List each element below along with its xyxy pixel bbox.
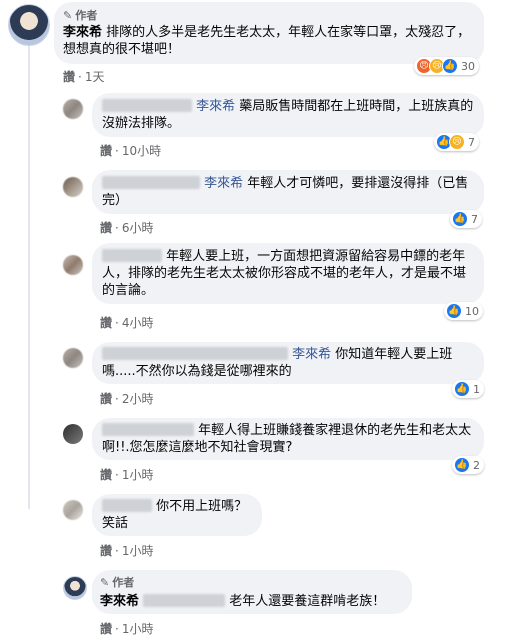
comment-text: 李來希 老年人還要養這群啃老族！ [100,594,386,609]
like-button[interactable]: 讚 [100,622,112,636]
comment-text: 李來希 藥局販售時間都在上班時間，上班族真的沒辦法排隊。 [102,99,474,131]
avatar[interactable] [8,4,50,46]
like-reaction-icon: 👍 [442,58,458,74]
reaction-summary[interactable]: 👍 10 [444,302,483,320]
comment-text: 李來希 你知道年輕人要上班嗎.....不然你以為錢是從哪裡來的 [102,347,453,379]
reaction-summary[interactable]: 😠 😢 👍 30 [414,57,479,75]
comment-meta: 讚 · 2小時 [100,392,154,406]
avatar[interactable] [63,177,83,197]
like-button[interactable]: 讚 [63,70,75,84]
timestamp[interactable]: 1小時 [122,622,154,636]
comment-bubble: ✎ 作者 李來希 排隊的人多半是老先生老太太，年輕人在家等口罩，太殘忍了，想想真… [54,2,484,64]
redacted-name [102,176,200,189]
reaction-count: 10 [465,304,479,318]
reaction-count: 30 [461,59,475,73]
commenter-name[interactable]: 李來希 [100,594,139,609]
avatar[interactable] [63,348,83,368]
redacted-name [102,347,288,360]
redacted-name [143,594,226,607]
like-button[interactable]: 讚 [100,221,112,235]
author-badge: ✎ 作者 [100,575,135,590]
avatar[interactable] [63,424,83,444]
comment-bubble: 李來希 藥局販售時間都在上班時間，上班族真的沒辦法排隊。 [92,93,484,137]
like-reaction-icon: 👍 [446,303,462,319]
pencil-icon: ✎ [100,575,110,589]
comment-text: 年輕人要上班，一方面想把資源留給容易中鏢的老年人，排隊的老先生老太太被你形容成不… [102,249,467,298]
timestamp[interactable]: 4小時 [122,316,154,330]
reaction-count: 2 [473,458,480,472]
comment-bubble: 李來希 你知道年輕人要上班嗎.....不然你以為錢是從哪裡來的 [92,342,484,384]
comment-text: 你不用上班嗎？ 笑話 [102,499,248,531]
like-reaction-icon: 👍 [454,457,470,473]
comment-meta: 讚 · 1小時 [100,468,154,482]
reaction-summary[interactable]: 👍 1 [452,380,484,398]
redacted-name [102,99,192,112]
commenter-name[interactable]: 李來希 [63,25,102,40]
comment-bubble: 年輕人得上班賺錢養家裡退休的老先生和老太太啊!!.您怎麼這麼地不知社會現實? [92,418,484,460]
comment-meta: 讚 · 1天 [63,70,105,84]
comment-text: 李來希 年輕人才可憐吧，要排還沒得排（已售完） [102,176,469,208]
avatar[interactable] [63,500,83,520]
reaction-count: 7 [471,212,478,226]
comment-bubble: ✎ 作者 李來希 老年人還要養這群啃老族！ [92,570,412,614]
tagged-name[interactable]: 李來希 [204,176,243,191]
like-button[interactable]: 讚 [100,392,112,406]
timestamp[interactable]: 1小時 [122,544,154,558]
thread-line [28,44,30,509]
timestamp[interactable]: 1天 [85,70,105,84]
author-badge: ✎ 作者 [63,8,98,23]
comment-bubble: 年輕人要上班，一方面想把資源留給容易中鏢的老年人，排隊的老先生老太太被你形容成不… [92,243,484,304]
comment-bubble: 李來希 年輕人才可憐吧，要排還沒得排（已售完） [92,170,484,214]
pencil-icon: ✎ [63,8,73,22]
avatar[interactable] [63,99,83,119]
like-reaction-icon: 👍 [452,211,468,227]
like-button[interactable]: 讚 [100,144,112,158]
redacted-name [102,249,162,262]
comment-bubble: 你不用上班嗎？ 笑話 [92,494,262,536]
redacted-name [102,423,194,436]
like-button[interactable]: 讚 [100,544,112,558]
comment-meta: 讚 · 10小時 [100,144,162,158]
comment-meta: 讚 · 6小時 [100,221,154,235]
reaction-count: 7 [468,135,475,149]
timestamp[interactable]: 6小時 [122,221,154,235]
tagged-name[interactable]: 李來希 [292,347,331,362]
reaction-summary[interactable]: 👍 😢 7 [434,133,479,151]
like-reaction-icon: 👍 [454,381,470,397]
like-button[interactable]: 讚 [100,316,112,330]
redacted-name [102,499,152,512]
reaction-summary[interactable]: 👍 2 [452,456,484,474]
avatar[interactable] [63,255,83,275]
timestamp[interactable]: 1小時 [122,468,154,482]
comment-text: 李來希 排隊的人多半是老先生老太太，年輕人在家等口罩，太殘忍了，想想真的很不堪吧… [63,25,471,57]
comment-meta: 讚 · 1小時 [100,622,154,636]
like-button[interactable]: 讚 [100,468,112,482]
reaction-summary[interactable]: 👍 7 [450,210,482,228]
tagged-name[interactable]: 李來希 [196,99,235,114]
comment-meta: 讚 · 1小時 [100,544,154,558]
avatar[interactable] [63,576,87,600]
timestamp[interactable]: 10小時 [122,144,161,158]
comment-text: 年輕人得上班賺錢養家裡退休的老先生和老太太啊!!.您怎麼這麼地不知社會現實? [102,423,472,455]
sad-reaction-icon: 😢 [449,134,465,150]
timestamp[interactable]: 2小時 [122,392,154,406]
reaction-count: 1 [473,382,480,396]
comment-meta: 讚 · 4小時 [100,316,154,330]
